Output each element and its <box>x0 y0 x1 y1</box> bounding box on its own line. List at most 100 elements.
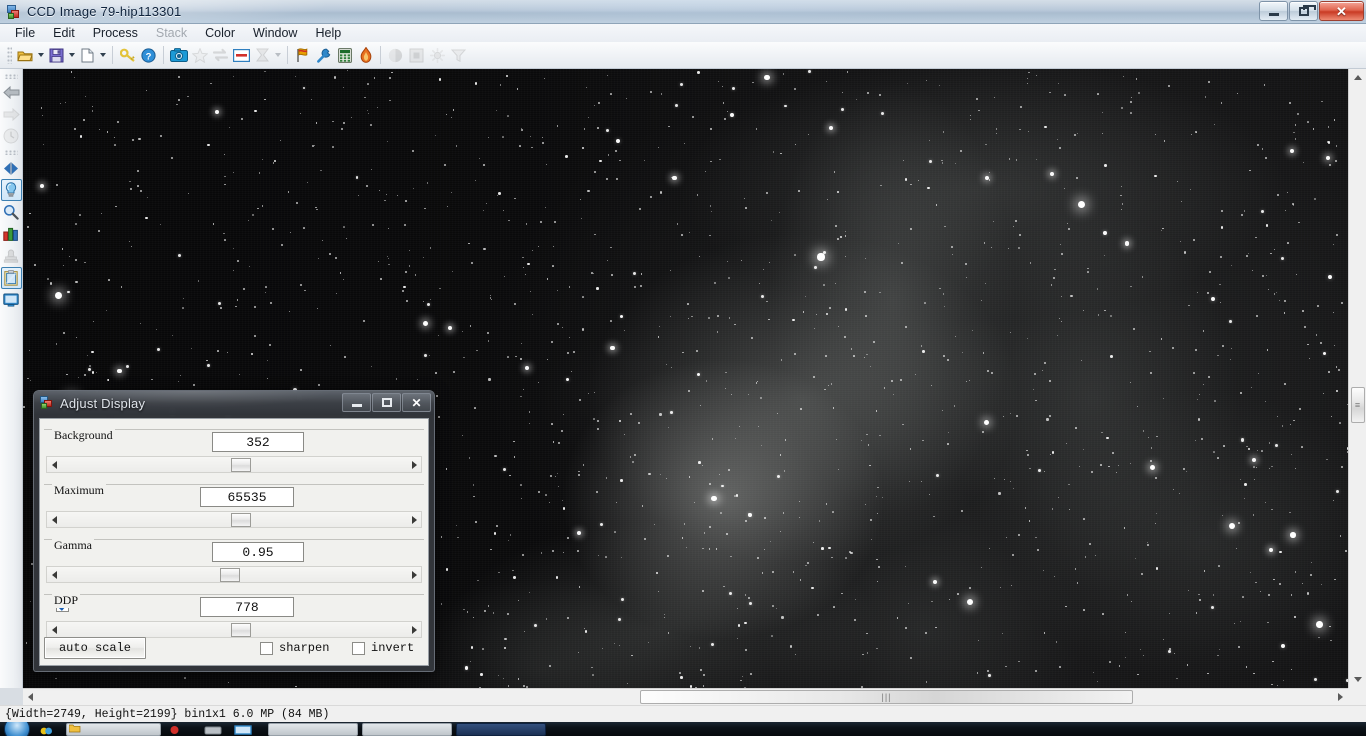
ddp-slider-increase[interactable] <box>407 625 421 634</box>
background-slider-thumb[interactable] <box>230 458 251 472</box>
square-frame-icon[interactable] <box>406 45 427 66</box>
windows-taskbar[interactable] <box>0 722 1366 736</box>
forward-arrow-icon[interactable] <box>1 103 22 125</box>
star-point <box>473 495 475 498</box>
menu-process[interactable]: Process <box>84 25 147 41</box>
wrench-icon[interactable] <box>313 45 334 66</box>
star-point <box>1288 101 1291 104</box>
flag-icon[interactable] <box>292 45 313 66</box>
close-button[interactable]: ✕ <box>1319 1 1364 21</box>
quicklaunch-icon-3[interactable] <box>203 724 225 735</box>
new-document-icon[interactable] <box>77 45 98 66</box>
horizontal-scrollbar-thumb[interactable]: ||| <box>640 690 1133 704</box>
sphere-icon[interactable] <box>385 45 406 66</box>
menu-file[interactable]: File <box>6 25 44 41</box>
new-document-dropdown[interactable] <box>98 45 108 66</box>
menu-help[interactable]: Help <box>306 25 350 41</box>
clock-history-icon[interactable] <box>1 125 22 147</box>
menu-edit[interactable]: Edit <box>44 25 84 41</box>
background-slider-track[interactable] <box>61 457 407 472</box>
quicklaunch-icon-2[interactable] <box>168 724 181 735</box>
maximum-slider-track[interactable] <box>61 512 407 527</box>
maximum-input[interactable]: 65535 <box>200 487 294 507</box>
sharpen-checkbox[interactable] <box>260 641 273 655</box>
sharpen-option[interactable]: sharpen <box>260 641 329 655</box>
taskbar-button-2[interactable] <box>268 723 358 736</box>
start-orb-icon[interactable] <box>4 722 30 736</box>
clipboard-icon[interactable] <box>0 267 22 289</box>
left-toolbar-grip[interactable] <box>4 150 18 155</box>
hourglass-sigma-icon[interactable] <box>252 45 273 66</box>
key-icon[interactable] <box>117 45 138 66</box>
maximum-slider-thumb[interactable] <box>230 513 251 527</box>
background-slider-decrease[interactable] <box>47 460 61 469</box>
menu-color[interactable]: Color <box>196 25 244 41</box>
invert-checkbox[interactable] <box>352 641 365 655</box>
help-circle-icon[interactable]: ? <box>138 45 159 66</box>
sun-burst-icon[interactable] <box>427 45 448 66</box>
maximum-slider-decrease[interactable] <box>47 515 61 524</box>
scroll-left-button[interactable] <box>23 689 38 705</box>
star-point <box>610 320 612 322</box>
open-folder-icon[interactable] <box>15 45 36 66</box>
flame-icon[interactable] <box>355 45 376 66</box>
ddp-input[interactable]: 778 <box>200 597 294 617</box>
lightbulb-icon[interactable] <box>0 179 22 201</box>
gamma-slider-decrease[interactable] <box>47 570 61 579</box>
calculator-icon[interactable] <box>334 45 355 66</box>
save-dropdown[interactable] <box>67 45 77 66</box>
star-point <box>1064 94 1066 96</box>
star-point <box>1236 92 1239 95</box>
minimize-button[interactable] <box>1259 1 1288 21</box>
star-icon[interactable] <box>189 45 210 66</box>
dialog-close-button[interactable]: ✕ <box>402 393 431 412</box>
maximum-slider[interactable] <box>46 511 422 528</box>
swap-arrows-icon[interactable] <box>210 45 231 66</box>
gamma-slider-increase[interactable] <box>407 570 421 579</box>
window-titlebar[interactable]: CCD Image 79-hip113301 ✕ <box>0 0 1366 24</box>
auto-scale-button[interactable]: auto scale <box>44 637 146 659</box>
left-toolbar-grip[interactable] <box>4 74 18 79</box>
toolbar-grip[interactable] <box>7 46 12 64</box>
bar-chart-icon[interactable] <box>1 223 22 245</box>
save-icon[interactable] <box>46 45 67 66</box>
monitor-icon[interactable] <box>1 289 22 311</box>
quicklaunch-icon-4[interactable] <box>233 724 255 735</box>
vertical-scrollbar[interactable]: ≡ <box>1348 69 1366 688</box>
invert-option[interactable]: invert <box>352 641 414 655</box>
subtract-box-icon[interactable] <box>231 45 252 66</box>
adjust-display-dialog[interactable]: Adjust Display ✕ Background 352 Maximum … <box>33 390 435 672</box>
background-slider-increase[interactable] <box>407 460 421 469</box>
menu-window[interactable]: Window <box>244 25 306 41</box>
ddp-slider-decrease[interactable] <box>47 625 61 634</box>
stamp-icon[interactable] <box>1 245 22 267</box>
funnel-filter-icon[interactable] <box>448 45 469 66</box>
horizontal-scrollbar[interactable]: ||| <box>23 688 1348 705</box>
maximum-slider-increase[interactable] <box>407 515 421 524</box>
gamma-slider-thumb[interactable] <box>220 568 241 582</box>
dialog-minimize-button[interactable] <box>342 393 371 412</box>
scroll-right-button[interactable] <box>1333 689 1348 705</box>
background-input[interactable]: 352 <box>212 432 304 452</box>
gamma-input[interactable]: 0.95 <box>212 542 304 562</box>
hourglass-sigma-dropdown[interactable] <box>273 45 283 66</box>
dialog-titlebar[interactable]: Adjust Display ✕ <box>34 391 434 415</box>
restore-button[interactable] <box>1289 1 1318 21</box>
gamma-slider[interactable] <box>46 566 422 583</box>
open-folder-dropdown[interactable] <box>36 45 46 66</box>
quicklaunch-icon-1[interactable] <box>40 724 53 735</box>
camera-icon[interactable] <box>168 45 189 66</box>
dialog-maximize-button[interactable] <box>372 393 401 412</box>
background-slider[interactable] <box>46 456 422 473</box>
gamma-slider-track[interactable] <box>61 567 407 582</box>
taskbar-button-1[interactable] <box>66 723 161 736</box>
vertical-scrollbar-thumb[interactable]: ≡ <box>1351 387 1365 423</box>
scroll-down-button[interactable] <box>1349 671 1366 688</box>
scroll-up-button[interactable] <box>1349 69 1366 86</box>
magnifier-icon[interactable] <box>1 201 22 223</box>
star-point <box>896 617 899 619</box>
back-arrow-icon[interactable] <box>1 81 22 103</box>
taskbar-button-4[interactable] <box>456 723 546 736</box>
taskbar-button-3[interactable] <box>362 723 452 736</box>
flip-horizontal-icon[interactable] <box>1 157 22 179</box>
